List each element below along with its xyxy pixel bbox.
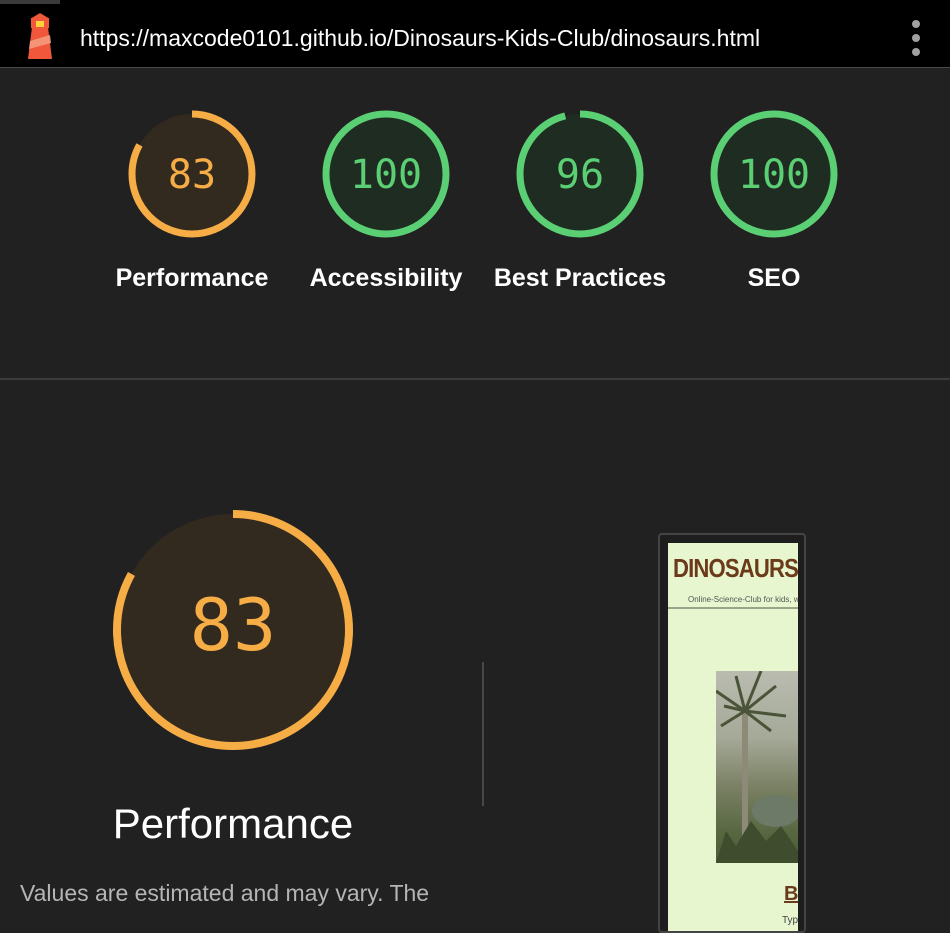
lighthouse-icon — [28, 13, 52, 59]
gauge-score: 100 — [350, 152, 422, 198]
screenshot-rule — [668, 607, 798, 609]
palm-tree-icon — [715, 670, 798, 863]
performance-score: 83 — [190, 583, 277, 667]
screenshot-heading: B — [784, 883, 798, 905]
screenshot-title: DINOSAURS — [673, 553, 798, 583]
performance-title: Performance — [112, 800, 354, 847]
gauge-ring: 83 — [128, 110, 256, 238]
section-divider — [0, 378, 950, 380]
palm-tree-image — [715, 670, 798, 863]
gauge-ring: 96 — [516, 110, 644, 238]
gauge-label: Best Practices — [493, 264, 667, 292]
address-bar: https://maxcode0101.github.io/Dinosaurs-… — [0, 0, 950, 68]
more-vertical-icon[interactable] — [904, 18, 928, 58]
gauge-score: 96 — [556, 152, 604, 198]
screenshot-subtitle: Online-Science-Club for kids, who — [688, 595, 798, 604]
tab-notch — [0, 0, 60, 4]
screenshot-page: DINOSAURS Online-Science-Club for kids, … — [668, 543, 798, 931]
gauge-ring: 100 — [710, 110, 838, 238]
gauge-label: Performance — [115, 264, 269, 292]
performance-big-gauge: 83 — [113, 510, 353, 750]
gauge-ring: 100 — [322, 110, 450, 238]
gauge-score: 83 — [168, 152, 216, 198]
vertical-divider — [482, 662, 484, 806]
gauge-label: Accessibility — [309, 264, 463, 292]
estimate-note: Values are estimated and may vary. The — [20, 880, 430, 906]
score-gauges: 83 Performance 100 Accessibility 96 Best… — [0, 68, 950, 378]
gauge-label: SEO — [747, 264, 801, 292]
screenshot-body-text: Typ — [782, 915, 798, 926]
url-text[interactable]: https://maxcode0101.github.io/Dinosaurs-… — [80, 25, 760, 52]
final-screenshot-thumbnail[interactable]: DINOSAURS Online-Science-Club for kids, … — [658, 533, 806, 933]
gauge-score: 100 — [738, 152, 810, 198]
